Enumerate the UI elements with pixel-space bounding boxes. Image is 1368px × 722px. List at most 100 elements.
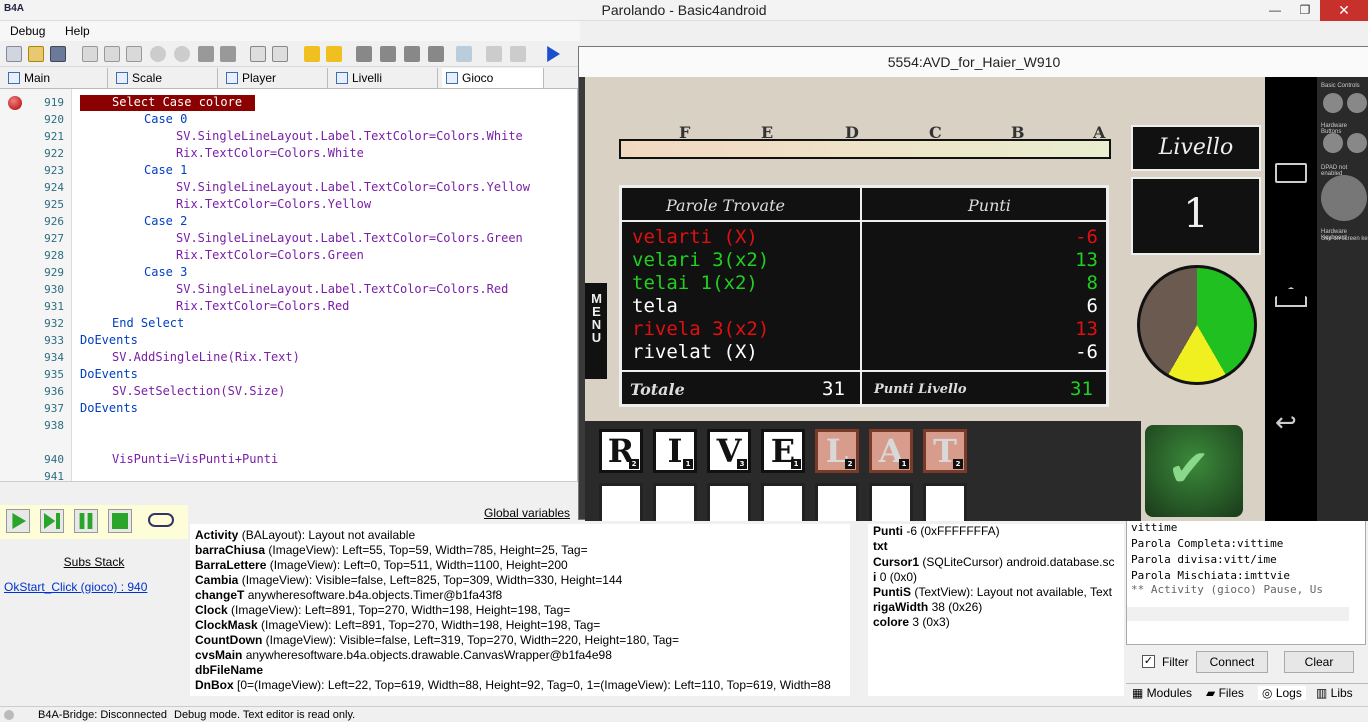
variable-row[interactable]: Punti -6 (0xFFFFFFFA) [873,524,1000,538]
find-next-icon[interactable] [220,46,236,62]
redo-icon[interactable] [174,46,190,62]
tab-livelli[interactable]: Livelli [332,68,438,88]
menu-hardware-icon[interactable] [1347,133,1367,153]
empty-slot[interactable] [707,483,751,521]
empty-slot[interactable] [923,483,967,521]
clear-button[interactable]: Clear [1284,651,1354,673]
link-icon[interactable] [148,513,174,527]
debug-continue-button[interactable] [6,509,30,533]
letter-tile[interactable]: E1 [761,429,805,473]
open-folder-icon[interactable] [28,46,44,62]
game-screen[interactable]: F E D C B A MENU Parole Trovate Punti ve… [585,77,1265,521]
copy-icon[interactable] [82,46,98,62]
tab-gioco[interactable]: Gioco [442,68,544,88]
home-hardware-icon[interactable] [1323,133,1343,153]
log-line: Parola Mischiata:imttvie [1131,569,1290,582]
variable-row[interactable]: i 0 (0x0) [873,570,917,584]
variable-row[interactable]: changeT anywheresoftware.b4a.objects.Tim… [195,588,502,602]
tab-scale[interactable]: Scale [112,68,218,88]
letter-tile[interactable]: I1 [653,429,697,473]
empty-slot[interactable] [653,483,697,521]
filter-checkbox[interactable]: ✓ [1142,655,1155,668]
back-arrow-icon[interactable] [304,46,320,62]
font-icon[interactable] [456,46,472,62]
variable-row[interactable]: PuntiS (TextView): Layout not available,… [873,585,1112,599]
local-variables-list[interactable]: Punti -6 (0xFFFFFFFA) txt Cursor1 (SQLit… [868,524,1124,696]
volume-down-icon[interactable] [1323,93,1343,113]
recent-apps-icon[interactable] [1275,163,1307,183]
variable-row[interactable]: Cambia (ImageView): Visible=false, Left=… [195,573,622,587]
volume-up-icon[interactable] [1347,93,1367,113]
variables-scrollbar[interactable] [850,524,866,696]
bookmark-icon[interactable] [380,46,396,62]
variable-row[interactable]: Clock (ImageView): Left=891, Top=270, Wi… [195,603,570,617]
forward-arrow-icon[interactable] [326,46,342,62]
empty-slot[interactable] [761,483,805,521]
letter-tile-used[interactable]: T2 [923,429,967,473]
tab-files[interactable]: ▰ Files [1206,686,1244,700]
logs-panel[interactable]: vittime Parola Completa:vittime Parola d… [1126,520,1366,645]
variable-row[interactable]: DnBox [0=(ImageView): Left=22, Top=619, … [195,678,831,692]
undo-icon[interactable] [150,46,166,62]
variable-row[interactable]: ClockMask (ImageView): Left=891, Top=270… [195,618,600,632]
debug-mode-status: Debug mode. Text editor is read only. [174,709,356,721]
variable-row[interactable]: Activity (BALayout): Layout not availabl… [195,528,415,542]
bookmark-prev-icon[interactable] [428,46,444,62]
letter-tile[interactable]: V3 [707,429,751,473]
variable-row[interactable]: rigaWidth 38 (0x26) [873,600,982,614]
tab-modules[interactable]: ▦ Modules [1132,686,1192,700]
letter-tile-used[interactable]: L2 [815,429,859,473]
tab-main[interactable]: Main [4,68,108,88]
editor-horizontal-scrollbar[interactable] [0,481,578,495]
new-file-icon[interactable] [6,46,22,62]
variable-row[interactable]: BarraLettere (ImageView): Left=0, Top=51… [195,558,568,572]
menu-help[interactable]: Help [65,24,90,38]
save-icon[interactable] [50,46,66,62]
ok-check-button[interactable]: ✔ [1145,425,1243,517]
indent-icon[interactable] [486,46,502,62]
minimize-button[interactable]: — [1260,0,1290,21]
debug-stop-button[interactable] [108,509,132,533]
variable-row[interactable]: colore 3 (0x3) [873,615,950,629]
variable-row[interactable]: cvsMain anywheresoftware.b4a.objects.dra… [195,648,612,662]
designer-icon[interactable] [356,46,372,62]
variable-row[interactable]: barraChiusa (ImageView): Left=55, Top=59… [195,543,588,557]
dpad-icon[interactable] [1321,175,1367,221]
logs-horizontal-scrollbar[interactable] [1127,607,1349,621]
letter-tile[interactable]: R2 [599,429,643,473]
comment-icon[interactable] [250,46,266,62]
bookmark-next-icon[interactable] [404,46,420,62]
variable-row[interactable]: Cursor1 (SQLiteCursor) android.database.… [873,555,1114,569]
global-variables-list[interactable]: Activity (BALayout): Layout not availabl… [190,524,850,696]
paste-icon[interactable] [126,46,142,62]
variable-row[interactable]: txt [873,539,888,553]
connect-button[interactable]: Connect [1196,651,1268,673]
debug-pause-button[interactable] [74,509,98,533]
breakpoint-icon[interactable] [8,96,22,110]
restore-button[interactable]: ❐ [1290,0,1320,21]
code-editor[interactable]: 919 920 921 922 923 924 925 926 927 928 … [0,89,578,483]
letter-tile-used[interactable]: A1 [869,429,913,473]
tab-libs[interactable]: ▥ Libs [1316,686,1353,700]
menu-debug[interactable]: Debug [10,24,45,38]
outdent-icon[interactable] [510,46,526,62]
back-icon[interactable]: ↩ [1275,407,1297,438]
variable-row[interactable]: dbFileName [195,663,263,677]
module-icon [226,72,238,84]
find-icon[interactable] [198,46,214,62]
global-variables-link[interactable]: Global variables [484,506,570,520]
cut-icon[interactable] [104,46,120,62]
uncomment-icon[interactable] [272,46,288,62]
empty-slot[interactable] [599,483,643,521]
debug-step-button[interactable] [40,509,64,533]
empty-slot[interactable] [869,483,913,521]
home-icon[interactable] [1275,287,1307,307]
tab-player[interactable]: Player [222,68,328,88]
panel-label: Use on screen ke [1321,236,1368,242]
variable-row[interactable]: CountDown (ImageView): Visible=false, Le… [195,633,679,647]
empty-slot[interactable] [815,483,859,521]
stack-item[interactable]: OkStart_Click (gioco) : 940 [4,580,147,594]
menu-button[interactable]: MENU [585,283,607,379]
tab-logs[interactable]: ◎ Logs [1258,686,1306,700]
close-button[interactable]: ✕ [1320,0,1368,21]
